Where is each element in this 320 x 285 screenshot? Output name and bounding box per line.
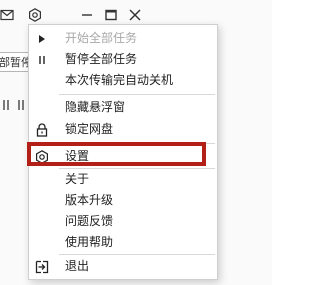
menu-item-label: 隐藏悬浮窗	[65, 100, 126, 114]
maximize-icon[interactable]	[104, 8, 118, 22]
menu-item-settings[interactable]: 设置	[29, 146, 217, 167]
menu-item-help[interactable]: 使用帮助	[29, 232, 217, 253]
menu-item-start-all[interactable]: 开始全部任务	[29, 28, 217, 49]
menu-item-label: 退出	[65, 259, 90, 273]
menu-item-pause-all[interactable]: 暂停全部任务	[29, 49, 217, 70]
menu-item-label: 关于	[65, 172, 90, 186]
menu-separator	[59, 143, 215, 144]
mail-icon[interactable]	[0, 8, 14, 22]
gear-icon[interactable]	[28, 8, 42, 22]
menu-item-hide-float-window[interactable]: 隐藏悬浮窗	[29, 97, 217, 118]
menu-item-lock-disk[interactable]: 锁定网盘	[29, 119, 217, 140]
menu-item-label: 设置	[65, 149, 90, 163]
gear-icon	[33, 148, 50, 165]
close-icon[interactable]	[128, 8, 142, 22]
menu-item-label: 使用帮助	[65, 235, 114, 249]
menu-item-about[interactable]: 关于	[29, 169, 217, 190]
minimize-icon[interactable]	[80, 8, 94, 22]
menu-item-label: 开始全部任务	[65, 31, 138, 45]
exit-icon	[33, 258, 50, 275]
menu-item-exit[interactable]: 退出	[29, 256, 217, 277]
menu-item-label: 锁定网盘	[65, 122, 114, 136]
menu-item-label: 暂停全部任务	[65, 52, 138, 66]
menu-separator	[59, 94, 215, 95]
pause-icon[interactable]	[2, 96, 10, 110]
menu-item-label: 版本升级	[65, 193, 114, 207]
menu-item-label: 问题反馈	[65, 214, 114, 228]
menu-item-auto-shutdown[interactable]: 本次传输完自动关机	[29, 70, 217, 91]
play-icon	[33, 30, 50, 47]
menu-item-upgrade[interactable]: 版本升级	[29, 190, 217, 211]
menu-separator	[59, 254, 215, 255]
pause-icon	[33, 51, 50, 68]
lock-icon	[33, 121, 50, 138]
menu-item-feedback[interactable]: 问题反馈	[29, 211, 217, 232]
context-menu: 开始全部任务 暂停全部任务 本次传输完自动关机 隐藏悬浮窗 锁定网盘 设置 关于…	[28, 24, 218, 280]
row-pause-icon[interactable]	[16, 96, 26, 110]
menu-item-label: 本次传输完自动关机	[65, 73, 174, 87]
